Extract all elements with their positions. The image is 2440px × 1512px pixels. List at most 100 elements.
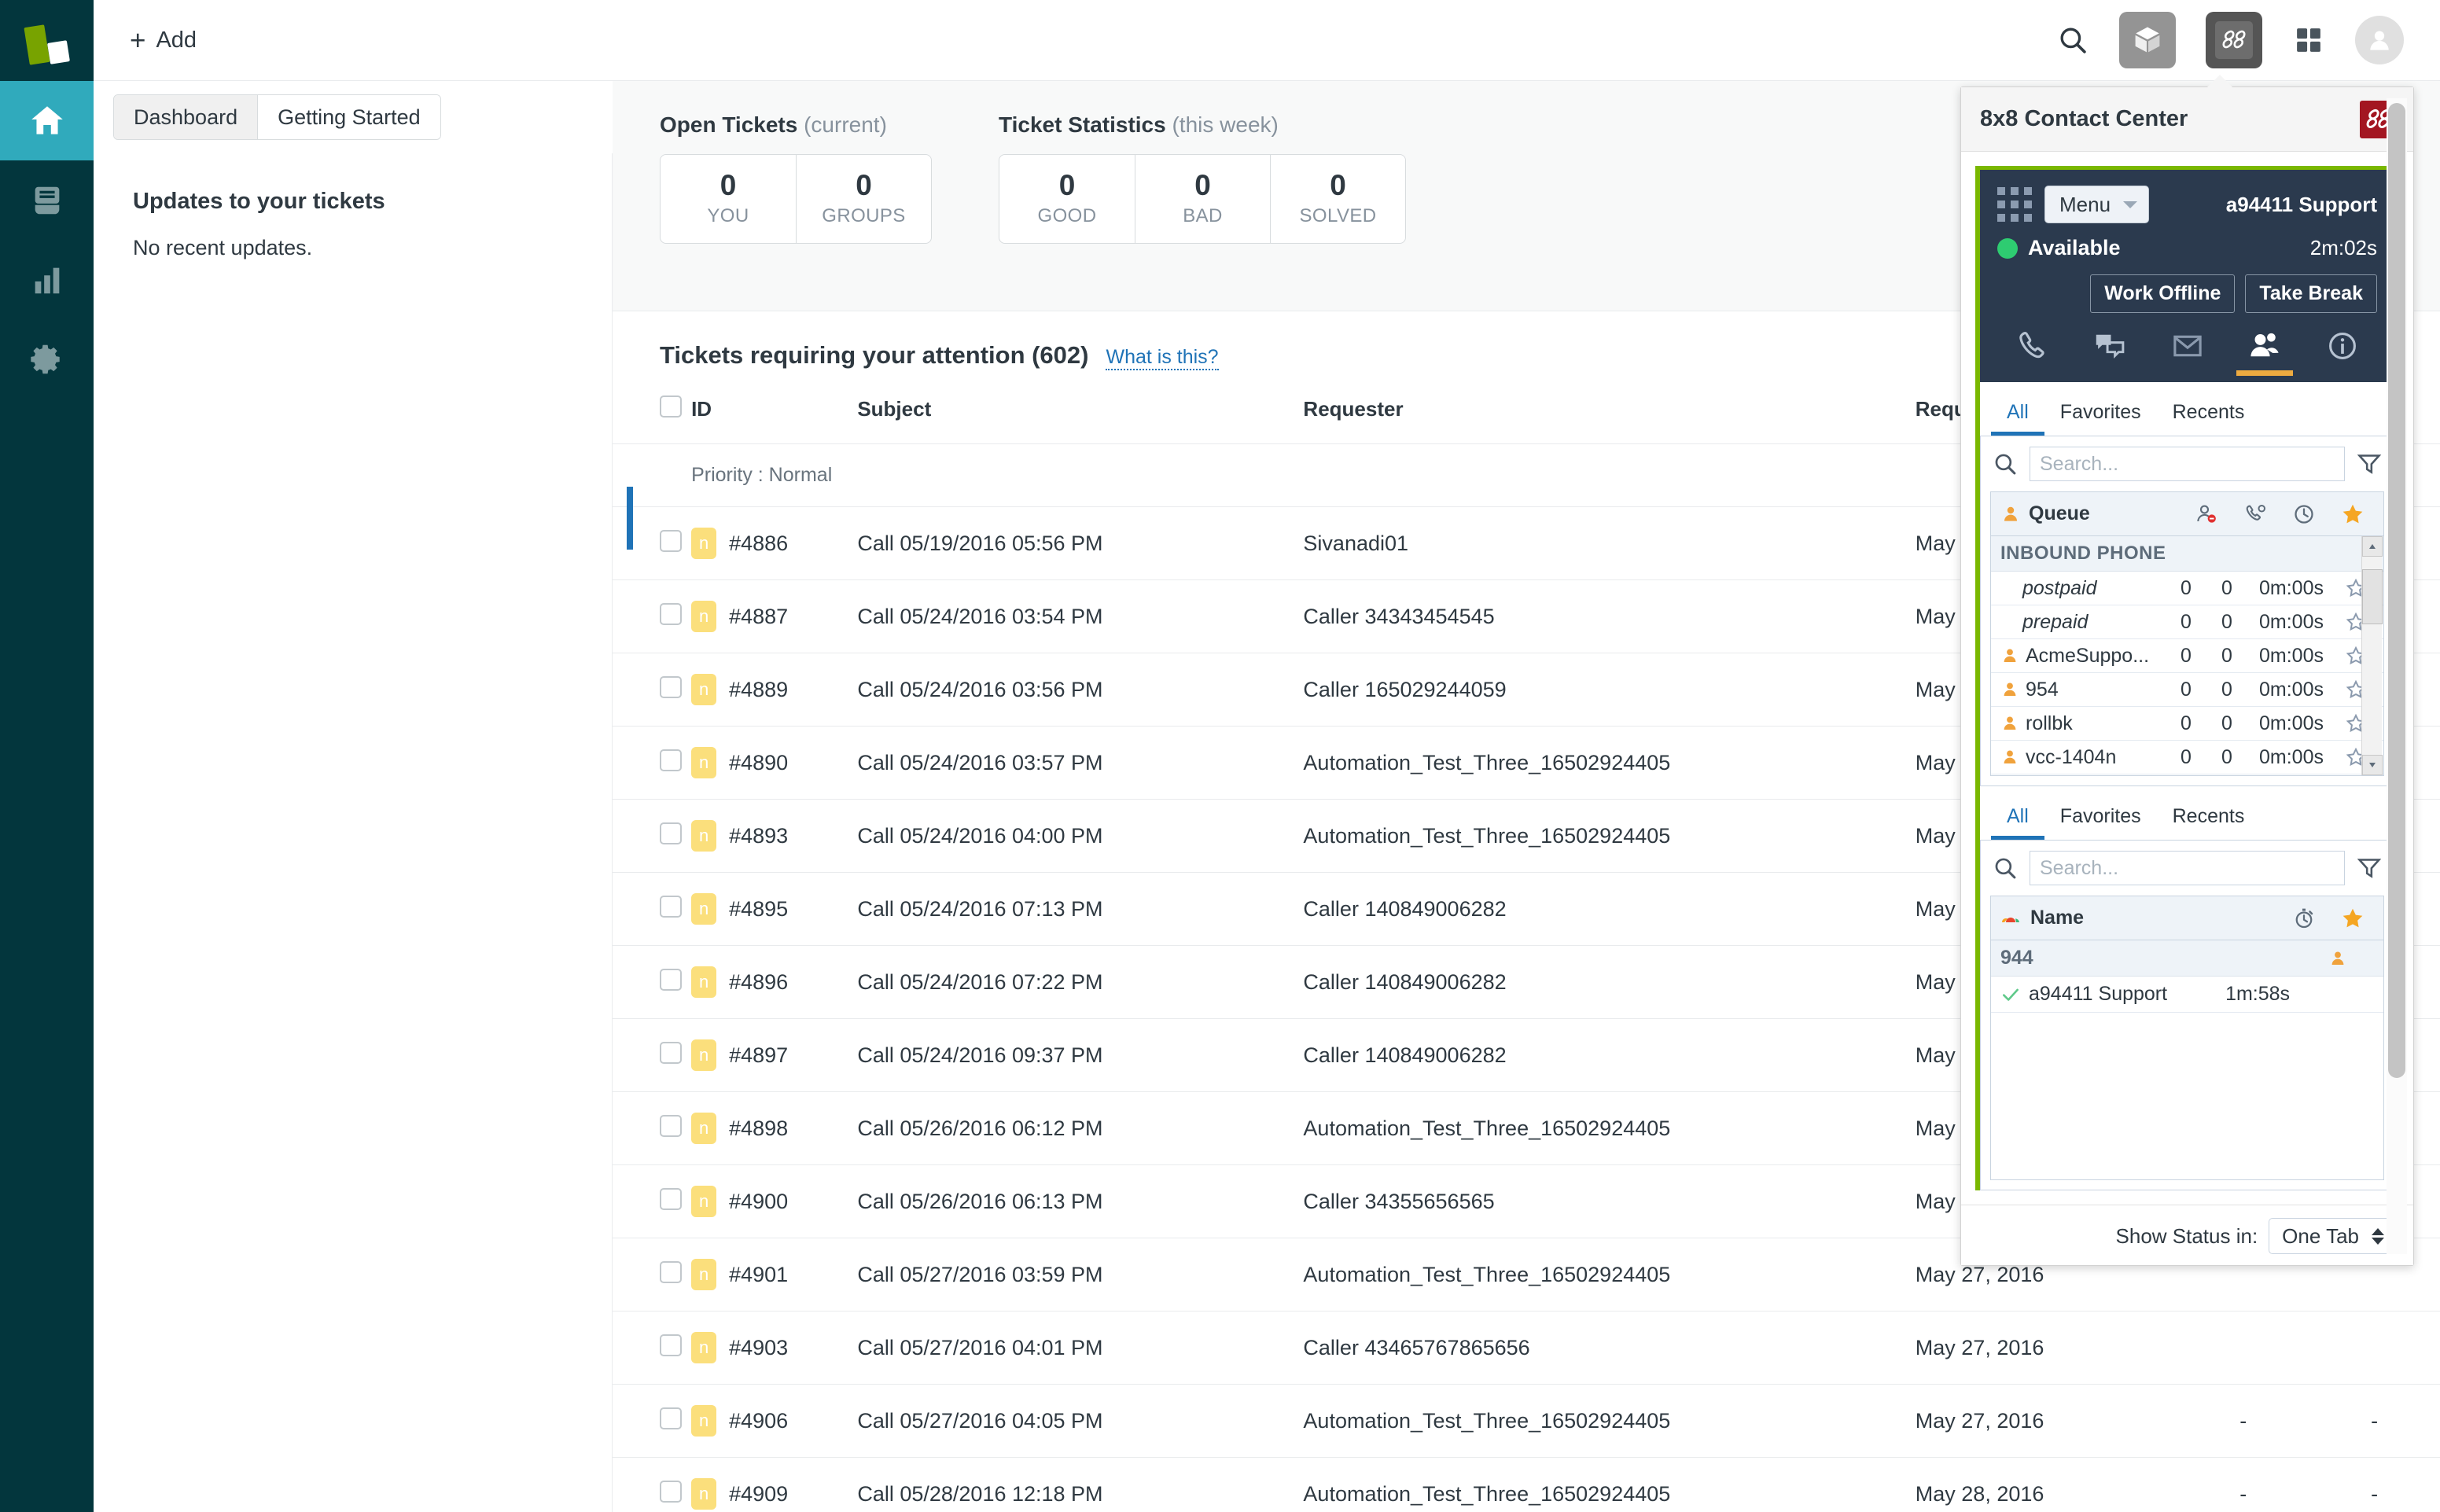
queue-row[interactable]: vcc-1404n 0 0 0m:00s [1991,741,2383,774]
stat-card-groups[interactable]: 0 GROUPS [796,155,931,243]
ticket-id[interactable]: #4886 [729,532,788,556]
ticket-id[interactable]: #4903 [729,1336,788,1360]
work-offline-button[interactable]: Work Offline [2090,274,2236,313]
ticket-subject[interactable]: Call 05/28/2016 12:18 PM [857,1457,1304,1512]
sidebar-item-home[interactable] [0,81,94,160]
filter-icon[interactable] [2356,451,2383,477]
scroll-up-arrow[interactable] [2361,536,2383,557]
row-checkbox[interactable] [660,968,682,991]
ticket-subject[interactable]: Call 05/24/2016 03:57 PM [857,726,1304,800]
row-checkbox[interactable] [660,749,682,771]
col-header-requester[interactable]: Requester [1303,388,1916,444]
ticket-id[interactable]: #4897 [729,1043,788,1068]
email-icon[interactable] [2159,329,2216,382]
panel-scrollbar[interactable] [2387,98,2407,1254]
agent-busy-icon[interactable] [2182,502,2231,526]
ticket-id[interactable]: #4900 [729,1190,788,1214]
queue-tab-recents[interactable]: Recents [2157,395,2261,436]
row-checkbox[interactable] [660,822,682,844]
ticket-id[interactable]: #4906 [729,1409,788,1433]
queue-tab-all[interactable]: All [1991,395,2044,436]
stat-card-solved[interactable]: 0 SOLVED [1270,155,1405,243]
ticket-subject[interactable]: Call 05/24/2016 07:13 PM [857,872,1304,946]
take-break-button[interactable]: Take Break [2245,274,2377,313]
ticket-subject[interactable]: Call 05/24/2016 07:22 PM [857,945,1304,1019]
panel-scrollbar-thumb[interactable] [2388,103,2405,1078]
user-avatar-icon[interactable] [2355,16,2404,64]
queue-search-input[interactable] [2030,447,2345,481]
row-checkbox[interactable] [660,895,682,918]
info-icon[interactable] [2314,329,2371,382]
queue-scrollbar[interactable] [2361,536,2383,775]
row-checkbox[interactable] [660,602,682,625]
name-search-input[interactable] [2030,851,2345,885]
stopwatch-icon[interactable] [2280,907,2328,930]
search-icon[interactable] [2056,24,2089,57]
stat-card-good[interactable]: 0 GOOD [999,155,1135,243]
star-icon[interactable] [2328,906,2377,931]
ticket-subject[interactable]: Call 05/24/2016 03:54 PM [857,579,1304,653]
call-waiting-icon[interactable] [2231,502,2280,526]
queue-row[interactable]: prepaid 0 0 0m:00s [1991,605,2383,639]
row-checkbox[interactable] [660,1407,682,1429]
grid-dots-icon[interactable] [1997,187,2032,222]
ticket-id[interactable]: #4901 [729,1263,788,1287]
apps-grid-icon[interactable] [2292,24,2325,57]
show-status-select[interactable]: One Tab [2269,1218,2394,1254]
product-box-icon[interactable] [2119,12,2176,68]
col-header-subject[interactable]: Subject [857,388,1304,444]
col-header-id[interactable]: ID [691,388,858,444]
ticket-subject[interactable]: Call 05/24/2016 03:56 PM [857,653,1304,727]
what-is-this-link[interactable]: What is this? [1106,346,1219,370]
queue-row[interactable]: 954 0 0 0m:00s [1991,673,2383,707]
sidebar-item-admin[interactable] [0,319,94,399]
stat-card-you[interactable]: 0 YOU [661,155,796,243]
ticket-subject[interactable]: Call 05/24/2016 09:37 PM [857,1018,1304,1092]
name-tab-favorites[interactable]: Favorites [2044,799,2157,840]
ticket-id[interactable]: #4909 [729,1482,788,1506]
scroll-down-arrow[interactable] [2361,755,2383,775]
menu-dropdown-button[interactable]: Menu [2044,186,2150,223]
row-checkbox[interactable] [660,675,682,698]
people-icon[interactable] [2236,329,2294,382]
queue-row[interactable]: rollbk 0 0 0m:00s [1991,707,2383,741]
8x8-app-icon[interactable] [2206,12,2262,68]
add-button[interactable]: + Add [130,27,197,54]
sidebar-item-reporting[interactable] [0,240,94,319]
name-tab-all[interactable]: All [1991,799,2044,840]
ticket-subject[interactable]: Call 05/26/2016 06:12 PM [857,1091,1304,1165]
table-row[interactable]: n #4909 Call 05/28/2016 12:18 PM Automation… [613,1457,2440,1512]
sidebar-item-views[interactable] [0,160,94,240]
select-all-checkbox[interactable] [660,395,682,418]
zendesk-logo[interactable] [0,0,94,81]
name-row[interactable]: a94411 Support 1m:58s [1991,977,2383,1013]
row-checkbox[interactable] [660,1187,682,1210]
ticket-subject[interactable]: Call 05/27/2016 04:01 PM [857,1311,1304,1385]
queue-row[interactable]: AcmeSuppo... 0 0 0m:00s [1991,639,2383,673]
ticket-id[interactable]: #4896 [729,970,788,995]
ticket-subject[interactable]: Call 05/26/2016 06:13 PM [857,1164,1304,1238]
scrollbar-thumb[interactable] [2361,569,2383,624]
row-checkbox[interactable] [660,529,682,552]
queue-row[interactable]: postpaid 0 0 0m:00s [1991,572,2383,605]
row-checkbox[interactable] [660,1260,682,1283]
row-checkbox[interactable] [660,1041,682,1064]
ticket-id[interactable]: #4898 [729,1117,788,1141]
chat-icon[interactable] [2081,329,2138,382]
row-checkbox[interactable] [660,1114,682,1137]
ticket-subject[interactable]: Call 05/27/2016 04:05 PM [857,1384,1304,1458]
ticket-id[interactable]: #4895 [729,897,788,922]
queue-tab-favorites[interactable]: Favorites [2044,395,2157,436]
tab-dashboard[interactable]: Dashboard [114,95,258,139]
clock-icon[interactable] [2280,502,2328,526]
phone-icon[interactable] [2004,329,2060,382]
star-icon[interactable] [2328,502,2377,527]
ticket-id[interactable]: #4887 [729,605,788,629]
ticket-id[interactable]: #4890 [729,751,788,775]
name-tab-recents[interactable]: Recents [2157,799,2261,840]
ticket-subject[interactable]: Call 05/27/2016 03:59 PM [857,1238,1304,1312]
row-checkbox[interactable] [660,1480,682,1503]
ticket-subject[interactable]: Call 05/19/2016 05:56 PM [857,506,1304,580]
filter-icon[interactable] [2356,855,2383,881]
ticket-id[interactable]: #4889 [729,678,788,702]
